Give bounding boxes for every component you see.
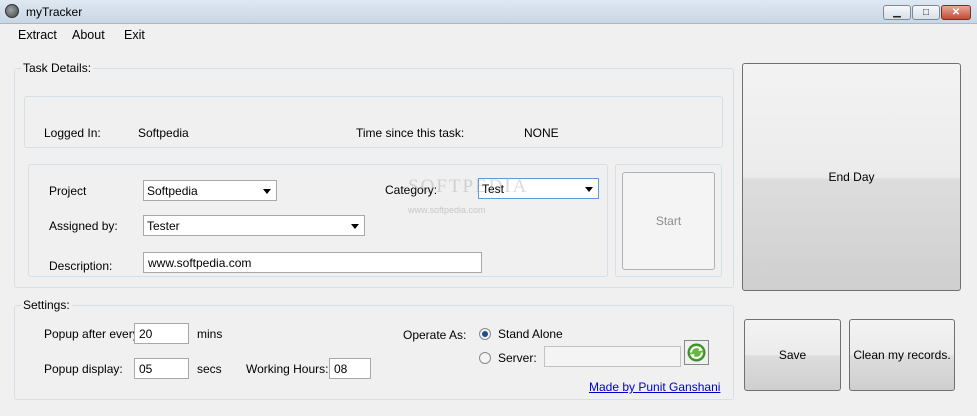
task-details-legend: Task Details:: [21, 61, 94, 75]
description-label: Description:: [49, 259, 113, 273]
assigned-by-combo[interactable]: Tester: [143, 215, 365, 236]
menu-extract[interactable]: Extract: [16, 27, 59, 43]
menu-bar: Extract About Exit: [0, 24, 977, 46]
operate-as-label: Operate As:: [403, 328, 467, 342]
refresh-icon: [687, 343, 706, 362]
description-input-value: www.softpedia.com: [148, 256, 252, 270]
clean-records-button[interactable]: Clean my records.: [849, 319, 955, 391]
made-by-link[interactable]: Made by Punit Ganshani: [589, 380, 720, 394]
working-hours-label: Working Hours:: [246, 362, 329, 376]
assigned-by-combo-value: Tester: [147, 219, 180, 233]
time-since-label: Time since this task:: [356, 126, 465, 140]
popup-display-input[interactable]: 05: [134, 358, 189, 379]
window-title: myTracker: [26, 5, 83, 19]
time-since-value: NONE: [524, 126, 559, 140]
popup-every-label: Popup after every:: [44, 327, 143, 341]
popup-every-unit: mins: [197, 327, 223, 341]
popup-display-unit: secs: [197, 362, 222, 376]
close-icon: ✕: [951, 7, 961, 18]
chevron-down-icon: [351, 224, 359, 229]
standalone-label[interactable]: Stand Alone: [498, 327, 563, 341]
description-input[interactable]: www.softpedia.com: [143, 252, 482, 273]
app-icon: [5, 4, 19, 18]
settings-legend: Settings:: [21, 298, 72, 312]
start-button[interactable]: Start: [622, 172, 715, 270]
menu-about[interactable]: About: [70, 27, 107, 43]
watermark-logo: SOFTPEDIA: [408, 176, 529, 197]
project-combo[interactable]: Softpedia: [143, 180, 277, 201]
project-label: Project: [49, 184, 87, 198]
chevron-down-icon: [585, 187, 593, 192]
session-info-panel: [24, 96, 723, 148]
popup-every-value: 20: [139, 327, 153, 341]
title-bar[interactable]: myTracker ▁ □ ✕: [0, 0, 977, 24]
server-radio[interactable]: [479, 352, 491, 364]
standalone-radio[interactable]: [479, 328, 491, 340]
popup-every-input[interactable]: 20: [134, 323, 189, 344]
logged-in-label: Logged In:: [44, 126, 101, 140]
popup-display-value: 05: [139, 362, 153, 376]
working-hours-value: 08: [334, 362, 348, 376]
save-button[interactable]: Save: [744, 319, 841, 391]
end-day-button[interactable]: End Day: [742, 63, 961, 291]
refresh-button[interactable]: [684, 340, 709, 365]
maximize-icon: □: [922, 7, 930, 18]
minimize-icon: ▁: [893, 7, 901, 18]
close-button[interactable]: ✕: [941, 5, 971, 20]
watermark-url: www.softpedia.com: [408, 205, 486, 215]
server-label[interactable]: Server:: [498, 351, 537, 365]
minimize-button[interactable]: ▁: [883, 5, 911, 20]
server-input[interactable]: [544, 346, 681, 367]
working-hours-input[interactable]: 08: [329, 358, 371, 379]
menu-exit[interactable]: Exit: [122, 27, 147, 43]
logged-in-value: Softpedia: [138, 126, 189, 140]
project-combo-value: Softpedia: [147, 184, 198, 198]
popup-display-label: Popup display:: [44, 362, 123, 376]
chevron-down-icon: [263, 189, 271, 194]
assigned-by-label: Assigned by:: [49, 219, 118, 233]
maximize-button[interactable]: □: [912, 5, 940, 20]
